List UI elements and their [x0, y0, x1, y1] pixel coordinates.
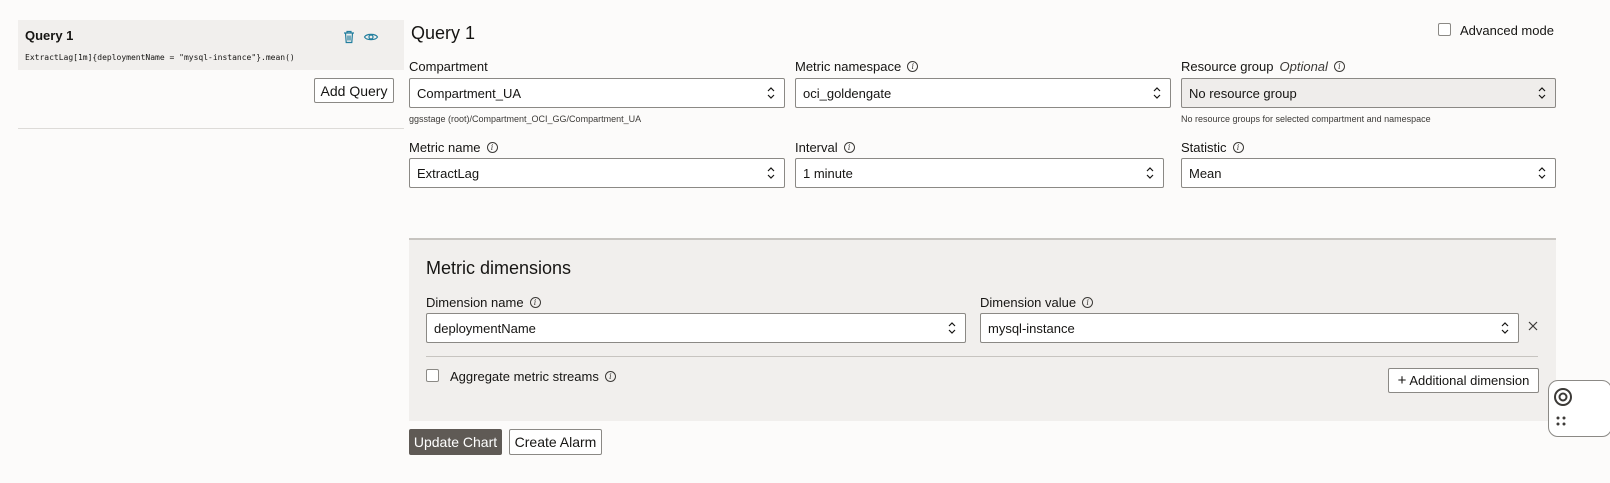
compartment-select[interactable]: Compartment_UA: [409, 78, 785, 108]
chevron-up-down-icon: [1538, 167, 1546, 179]
metric-namespace-label: Metric namespace i: [795, 59, 919, 74]
statistic-label-text: Statistic: [1181, 140, 1227, 155]
info-icon[interactable]: i: [1333, 61, 1345, 72]
metric-name-label: Metric name i: [409, 140, 498, 155]
metric-namespace-select[interactable]: oci_goldengate: [795, 78, 1171, 108]
dimension-value-label-text: Dimension value: [980, 295, 1077, 310]
info-icon[interactable]: i: [1082, 297, 1094, 308]
lifebuoy-icon: [1554, 388, 1572, 406]
chevron-up-down-icon: [1146, 167, 1154, 179]
metric-dimensions-title: Metric dimensions: [426, 258, 572, 278]
dimensions-divider: [426, 356, 1538, 357]
statistic-select[interactable]: Mean: [1181, 158, 1556, 188]
dimension-name-label: Dimension name i: [426, 295, 541, 310]
dimension-value-label: Dimension value i: [980, 295, 1094, 310]
metric-namespace-label-text: Metric namespace: [795, 59, 902, 74]
create-alarm-button[interactable]: Create Alarm: [509, 429, 602, 455]
aggregate-streams-label: Aggregate metric streams i: [450, 369, 616, 384]
optional-tag: Optional: [1279, 59, 1328, 74]
eye-icon[interactable]: [363, 29, 379, 45]
add-query-button[interactable]: Add Query: [314, 78, 394, 103]
statistic-value: Mean: [1189, 165, 1222, 181]
aggregate-streams-checkbox[interactable]: [426, 369, 439, 382]
chevron-up-down-icon: [767, 167, 775, 179]
compartment-path: ggsstage (root)/Compartment_OCI_GG/Compa…: [409, 114, 642, 124]
dimension-name-label-text: Dimension name: [426, 295, 524, 310]
dimension-name-value: deploymentName: [434, 320, 536, 336]
remove-dimension-icon[interactable]: [1527, 320, 1539, 332]
additional-dimension-button[interactable]: + Additional dimension: [1388, 368, 1539, 393]
metric-name-label-text: Metric name: [409, 140, 481, 155]
chevron-up-down-icon: [767, 87, 775, 99]
statistic-label: Statistic i: [1181, 140, 1244, 155]
resource-group-value: No resource group: [1189, 85, 1297, 101]
info-icon[interactable]: i: [529, 297, 541, 308]
info-icon[interactable]: i: [843, 142, 855, 153]
interval-value: 1 minute: [803, 165, 853, 181]
resource-group-label-text: Resource group: [1181, 59, 1274, 74]
resource-group-help: No resource groups for selected compartm…: [1181, 114, 1431, 124]
query-card-title: Query 1: [25, 28, 74, 43]
grip-icon: [1556, 416, 1566, 426]
chevron-up-down-icon: [948, 322, 956, 334]
plus-icon: +: [1397, 372, 1407, 389]
update-chart-button[interactable]: Update Chart: [409, 429, 502, 455]
dimension-name-select[interactable]: deploymentName: [426, 313, 966, 343]
advanced-mode-label: Advanced mode: [1460, 23, 1554, 38]
compartment-value: Compartment_UA: [417, 85, 522, 101]
query-card-expression: ExtractLag[1m]{deploymentName = "mysql-i…: [25, 53, 295, 62]
info-icon[interactable]: i: [604, 371, 616, 382]
interval-select[interactable]: 1 minute: [795, 158, 1164, 188]
chevron-up-down-icon: [1538, 87, 1546, 99]
query-title: Query 1: [411, 23, 476, 43]
metric-namespace-value: oci_goldengate: [803, 85, 892, 101]
trash-icon[interactable]: [341, 29, 357, 45]
info-icon[interactable]: i: [1232, 142, 1244, 153]
help-widget[interactable]: [1548, 380, 1610, 437]
chevron-up-down-icon: [1153, 87, 1161, 99]
resource-group-label: Resource group Optional i: [1181, 59, 1345, 74]
advanced-mode-checkbox[interactable]: [1438, 23, 1451, 36]
resource-group-select[interactable]: No resource group: [1181, 78, 1556, 108]
chevron-up-down-icon: [1501, 322, 1509, 334]
dimension-value-value: mysql-instance: [988, 320, 1075, 336]
query-card[interactable]: Query 1 ExtractLag[1m]{deploymentName = …: [18, 20, 404, 70]
interval-label: Interval i: [795, 140, 855, 155]
metric-name-select[interactable]: ExtractLag: [409, 158, 785, 188]
info-icon[interactable]: i: [907, 61, 919, 72]
query-list-panel: Query 1 ExtractLag[1m]{deploymentName = …: [18, 0, 404, 129]
compartment-label-text: Compartment: [409, 59, 488, 74]
dimension-value-select[interactable]: mysql-instance: [980, 313, 1519, 343]
info-icon[interactable]: i: [486, 142, 498, 153]
additional-dimension-label: Additional dimension: [1409, 373, 1530, 388]
metric-name-value: ExtractLag: [417, 165, 480, 181]
aggregate-streams-label-text: Aggregate metric streams: [450, 369, 599, 384]
compartment-label: Compartment: [409, 59, 488, 74]
interval-label-text: Interval: [795, 140, 838, 155]
